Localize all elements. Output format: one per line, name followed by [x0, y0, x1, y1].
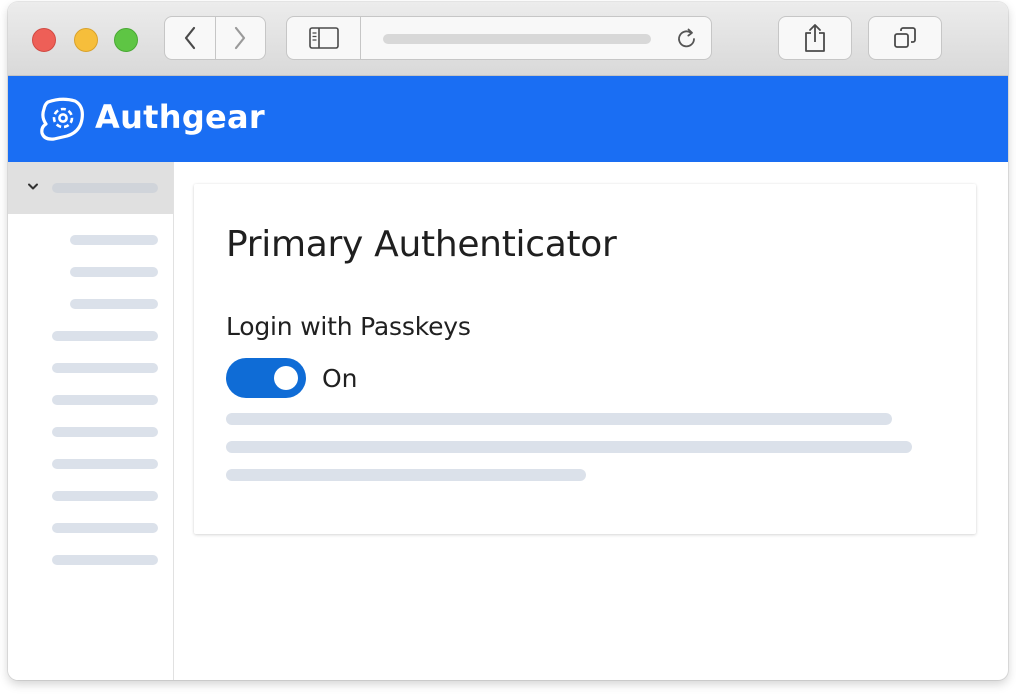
sidebar-item-placeholder[interactable] [52, 459, 158, 469]
sidebar-subitem-placeholder[interactable] [70, 299, 158, 309]
browser-window: Authgear Primary Authenticator Login wit… [8, 2, 1008, 680]
sidebar-item-placeholder[interactable] [52, 523, 158, 533]
sidebar-item-placeholder[interactable] [52, 331, 158, 341]
passkey-toggle-label: Login with Passkeys [226, 312, 471, 341]
sidebar-item-placeholder[interactable] [52, 555, 158, 565]
sidebar-item-placeholder[interactable] [52, 363, 158, 373]
tabs-icon [894, 27, 916, 48]
sidebar-icon [308, 27, 339, 49]
sidebar-item-placeholder[interactable] [52, 491, 158, 501]
brand-name[interactable]: Authgear [95, 98, 265, 136]
description-placeholder-line [226, 469, 586, 481]
sidebar-subitem-placeholder[interactable] [70, 235, 158, 245]
sidebar-subitem-placeholder[interactable] [70, 267, 158, 277]
toggle-state-label: On [322, 364, 358, 393]
forward-button[interactable] [214, 17, 265, 59]
settings-card: Primary Authenticator Login with Passkey… [194, 184, 976, 534]
reload-icon [678, 28, 695, 48]
sidebar-item-placeholder[interactable] [52, 395, 158, 405]
chevron-down-icon [28, 183, 38, 190]
sidebar-section-label-placeholder [52, 183, 158, 193]
browser-toolbar [8, 2, 1008, 76]
description-placeholder-line [226, 413, 892, 425]
close-window-button[interactable] [32, 28, 56, 52]
passkey-toggle[interactable] [226, 358, 306, 398]
forward-chevron-icon [235, 26, 246, 50]
description-placeholder-line [226, 441, 912, 453]
sidebar-toggle-button[interactable] [287, 17, 361, 59]
toggle-knob [274, 366, 298, 390]
zoom-window-button[interactable] [114, 28, 138, 52]
sidebar-item-placeholder[interactable] [52, 427, 158, 437]
authgear-logo-icon [40, 97, 84, 141]
tabs-overview-button[interactable] [868, 16, 942, 60]
back-chevron-icon [184, 26, 196, 50]
reload-button[interactable] [675, 27, 699, 51]
share-icon [805, 24, 825, 52]
address-bar[interactable] [286, 16, 712, 60]
navigation-buttons [164, 16, 266, 60]
url-placeholder [383, 34, 651, 44]
app-header: Authgear [8, 76, 1008, 162]
minimize-window-button[interactable] [74, 28, 98, 52]
sidebar-section-expanded[interactable] [8, 162, 173, 214]
back-button[interactable] [165, 17, 215, 59]
sidebar [8, 162, 174, 680]
page-title: Primary Authenticator [226, 224, 617, 265]
share-button[interactable] [778, 16, 852, 60]
